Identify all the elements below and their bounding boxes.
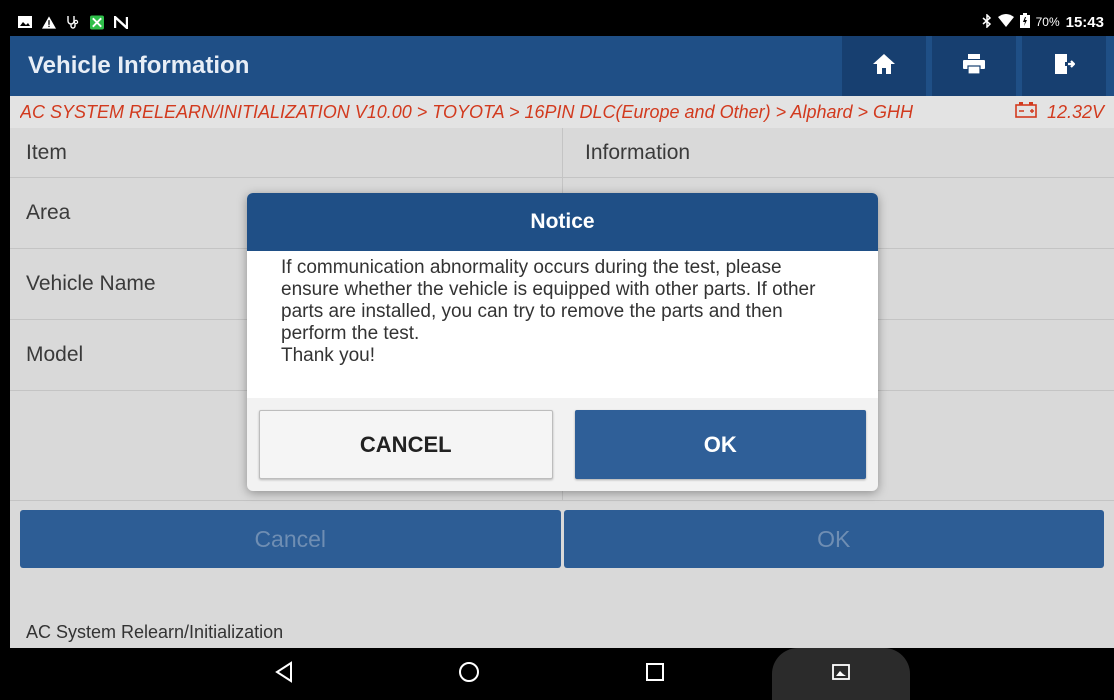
dialog-title: Notice — [247, 193, 878, 251]
header-actions — [836, 36, 1114, 96]
dialog-thanks: Thank you! — [281, 345, 375, 366]
battery-percent: 70% — [1035, 15, 1060, 29]
print-icon — [963, 53, 985, 79]
screenshot-button[interactable] — [811, 648, 871, 700]
dialog-body: If communication abnormality occurs duri… — [247, 251, 878, 398]
dialog-cancel-button[interactable]: CANCEL — [259, 410, 553, 479]
ok-button[interactable]: OK — [563, 510, 1104, 568]
recents-square-icon — [645, 662, 665, 687]
notice-dialog: Notice If communication abnormality occu… — [247, 193, 878, 491]
page-title: Vehicle Information — [28, 52, 250, 79]
app-icon — [90, 15, 104, 29]
app-screen: 70% 15:43 Vehicle Information AC SYSTEM … — [10, 8, 1114, 700]
battery-icon — [1019, 13, 1030, 31]
back-button[interactable] — [254, 648, 314, 700]
stethoscope-icon — [66, 15, 80, 29]
print-button[interactable] — [932, 36, 1016, 96]
back-triangle-icon — [274, 660, 294, 688]
status-time: 15:43 — [1065, 13, 1104, 31]
car-battery-icon — [1015, 101, 1037, 123]
function-name-label: AC System Relearn/Initialization — [26, 622, 284, 642]
column-header-item: Item — [26, 140, 67, 164]
bottom-button-bar: Cancel OK — [20, 510, 1104, 568]
home-circle-icon — [458, 661, 480, 688]
wifi-icon — [997, 14, 1014, 30]
breadcrumb: AC SYSTEM RELEARN/INITIALIZATION V10.00 … — [10, 96, 1114, 128]
dialog-actions: CANCEL OK — [247, 398, 878, 491]
dialog-message: If communication abnormality occurs duri… — [281, 257, 816, 344]
voltage-value: 12.32V — [1046, 101, 1104, 122]
status-left-icons — [18, 15, 128, 29]
navigation-bar — [10, 648, 1114, 700]
home-nav-button[interactable] — [439, 648, 499, 700]
column-header-information: Information — [562, 128, 1114, 177]
app-header: Vehicle Information — [10, 36, 1114, 96]
bluetooth-icon — [982, 12, 992, 31]
cancel-button[interactable]: Cancel — [20, 510, 561, 568]
exit-icon — [1053, 53, 1076, 80]
table-header-row: Item Information — [10, 128, 1114, 178]
n-icon — [114, 15, 128, 29]
home-button[interactable] — [842, 36, 926, 96]
home-icon — [873, 53, 895, 79]
image-icon — [18, 15, 32, 29]
dialog-ok-button[interactable]: OK — [574, 410, 866, 479]
warning-icon — [42, 15, 56, 29]
screenshot-icon — [832, 663, 850, 685]
voltage-indicator: 12.32V — [1015, 101, 1104, 123]
breadcrumb-path: AC SYSTEM RELEARN/INITIALIZATION V10.00 … — [20, 101, 913, 122]
status-bar: 70% 15:43 — [10, 8, 1114, 36]
recents-button[interactable] — [625, 648, 685, 700]
exit-button[interactable] — [1022, 36, 1106, 96]
status-right: 70% 15:43 — [982, 12, 1104, 31]
